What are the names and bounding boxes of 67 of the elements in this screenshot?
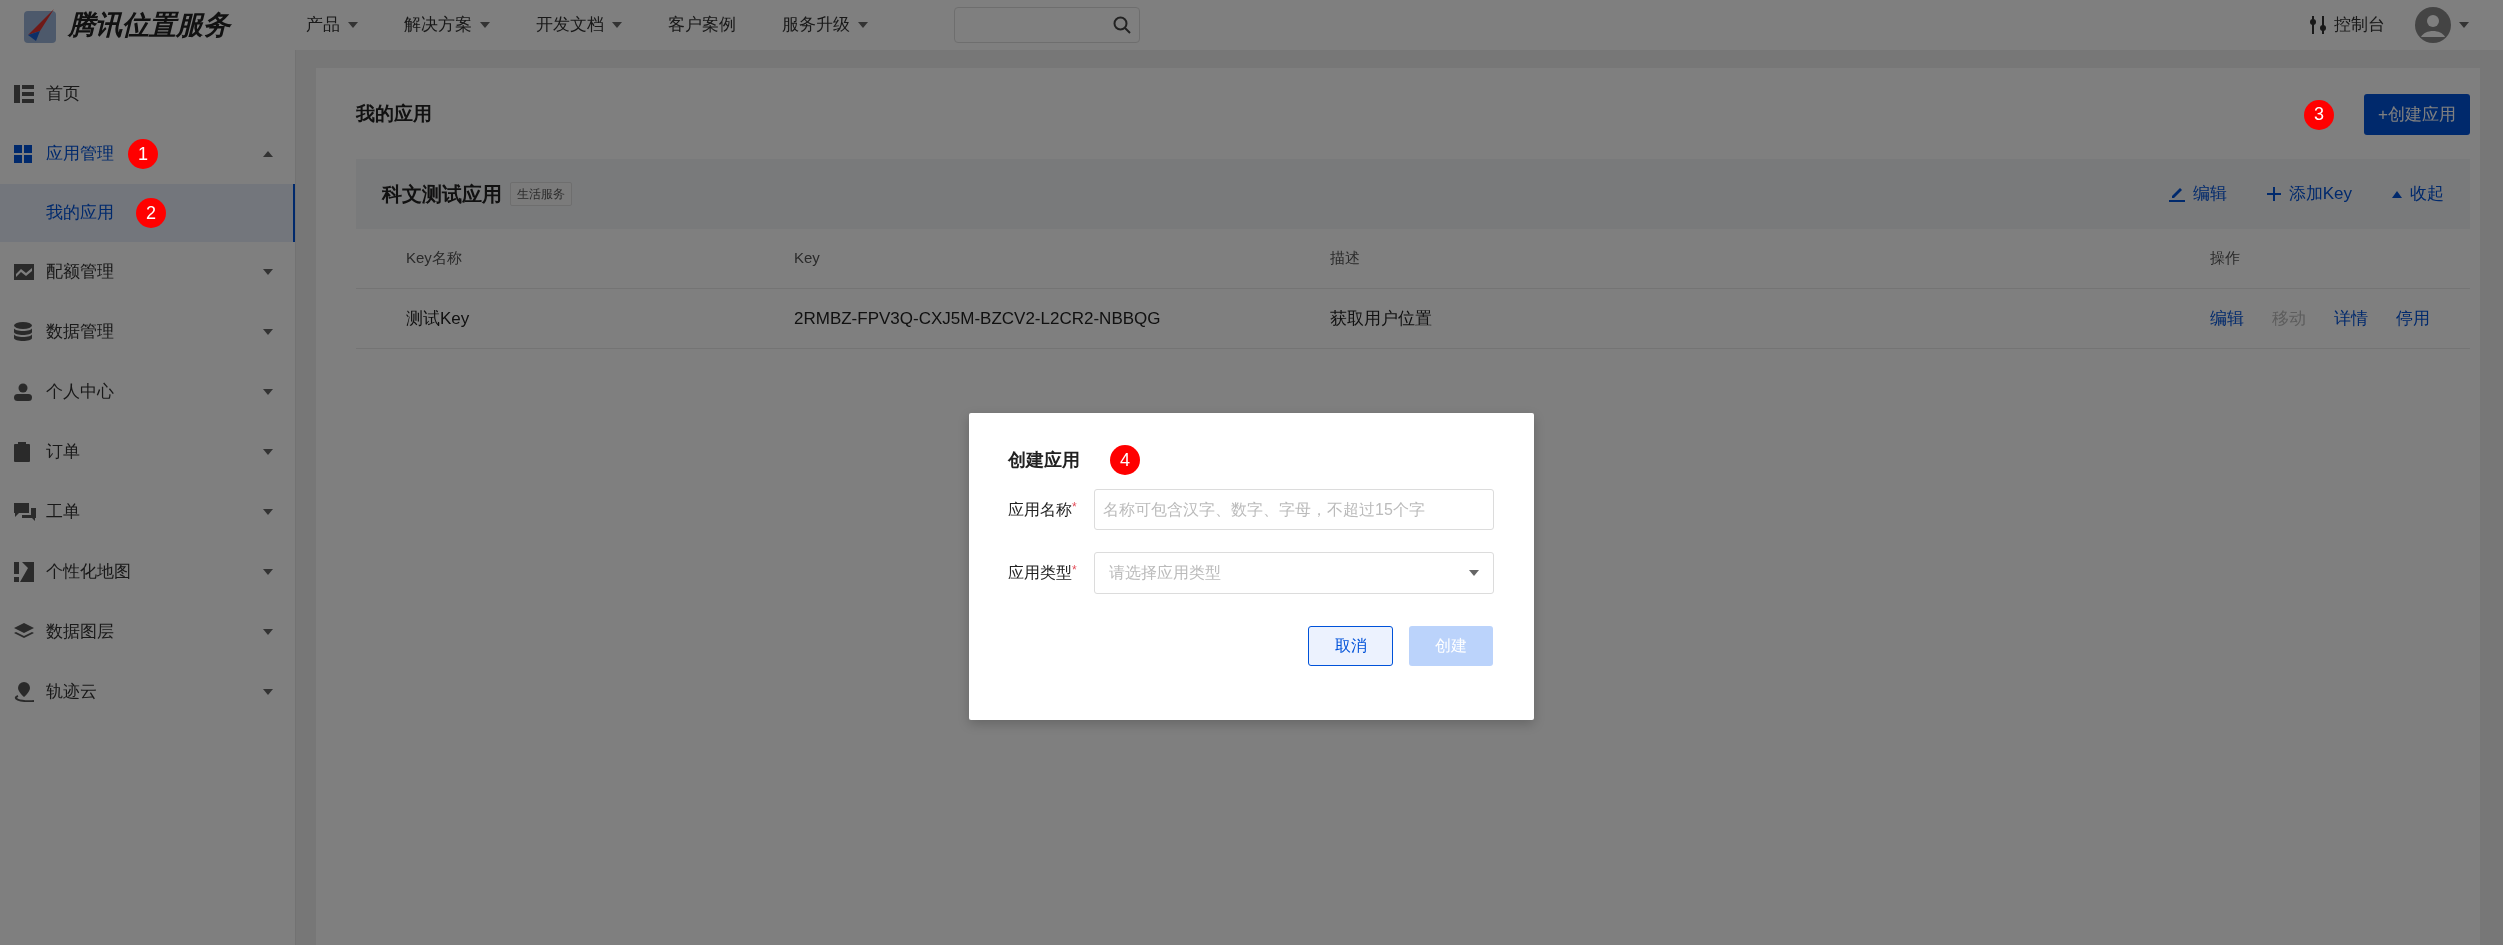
layers-icon <box>14 623 36 641</box>
cancel-button[interactable]: 取消 <box>1308 626 1393 666</box>
column-header: 操作 <box>2210 248 2241 269</box>
field-label: 应用名称* <box>1008 498 1078 520</box>
list-icon <box>14 85 36 103</box>
caret-icon[interactable] <box>263 269 273 275</box>
caret-icon[interactable] <box>263 569 273 575</box>
caret-icon[interactable] <box>263 151 273 157</box>
chart-icon <box>14 264 36 280</box>
caret-icon[interactable] <box>263 449 273 455</box>
column-header: Key <box>794 248 821 269</box>
caret-icon[interactable] <box>263 389 273 395</box>
map-icon <box>14 562 36 582</box>
sidebar-item[interactable]: 轨迹云 <box>0 662 295 722</box>
nav-menu-item[interactable]: 产品 <box>306 12 358 38</box>
app-name: 科文测试应用 <box>382 182 502 207</box>
input-field[interactable]: 名称可包含汉字、数字、字母，不超过15个字 <box>1094 489 1494 530</box>
console-link[interactable]: 控制台 <box>2310 12 2385 38</box>
sidebar-item[interactable]: 工单 <box>0 482 295 542</box>
app-category-tag: 生活服务 <box>510 182 572 206</box>
nav-menu-item[interactable]: 开发文档 <box>536 12 622 38</box>
step-marker: 1 <box>128 139 158 169</box>
sidebar-item[interactable]: 配额管理 <box>0 242 295 302</box>
sidebar-item[interactable]: 数据管理 <box>0 302 295 362</box>
location-pin-icon <box>14 682 36 702</box>
step-marker: 4 <box>1110 445 1140 475</box>
page-title: 我的应用 <box>356 102 432 127</box>
row-action-link[interactable]: 停用 <box>2396 305 2430 332</box>
field-label: 应用类型* <box>1008 562 1078 583</box>
search-icon[interactable] <box>1113 16 1131 34</box>
sidebar-item[interactable]: 数据图层 <box>0 602 295 662</box>
sidebar-subitem[interactable]: 我的应用 2 <box>0 184 295 242</box>
avatar-icon[interactable] <box>2415 7 2451 43</box>
column-header: 描述 <box>1330 248 1361 269</box>
step-marker: 3 <box>2304 99 2335 130</box>
app-action-link[interactable]: 收起 <box>2392 181 2444 207</box>
app-action-link[interactable]: 添加Key <box>2266 181 2352 207</box>
pencil-icon[interactable] <box>2168 186 2185 202</box>
row-action-link[interactable]: 编辑 <box>2210 305 2244 332</box>
caret-icon[interactable] <box>263 329 273 335</box>
chat-icon <box>14 503 36 521</box>
app-action-link[interactable]: 编辑 <box>2168 181 2227 207</box>
caret-icon[interactable] <box>263 689 273 695</box>
sidebar-item[interactable]: 个人中心 <box>0 362 295 422</box>
caret-icon[interactable] <box>2392 190 2402 198</box>
sidebar-item[interactable]: 首页 <box>0 64 295 124</box>
caret-icon[interactable] <box>263 509 273 515</box>
row-action-link[interactable]: 详情 <box>2334 305 2368 332</box>
plus-icon[interactable] <box>2266 187 2281 201</box>
sliders-icon <box>2310 16 2326 34</box>
nav-menu-item[interactable]: 客户案例 <box>668 12 736 38</box>
create-app-button[interactable]: +创建应用 <box>2364 94 2470 135</box>
table-cell-text: 测试Key <box>406 307 471 330</box>
sidebar-item[interactable]: 个性化地图 <box>0 542 295 602</box>
sidebar-item[interactable]: 应用管理 1 <box>0 124 295 184</box>
column-header: Key名称 <box>406 248 463 269</box>
caret-icon[interactable] <box>2459 22 2469 28</box>
sidebar-item[interactable]: 订单 <box>0 422 295 482</box>
nav-menu-item[interactable]: 解决方案 <box>404 12 490 38</box>
dialog-title: 创建应用 <box>1008 448 1080 472</box>
search-field[interactable] <box>954 7 1140 43</box>
table-cell-text: 2RMBZ-FPV3Q-CXJ5M-BZCV2-L2CR2-NBBQG <box>794 307 1162 330</box>
caret-icon[interactable] <box>263 629 273 635</box>
nav-menu-item[interactable]: 服务升级 <box>782 12 868 38</box>
logo-text: 腾讯位置服务 <box>68 8 230 42</box>
table-cell-text: 获取用户位置 <box>1330 307 1433 330</box>
step-marker: 2 <box>136 198 166 228</box>
